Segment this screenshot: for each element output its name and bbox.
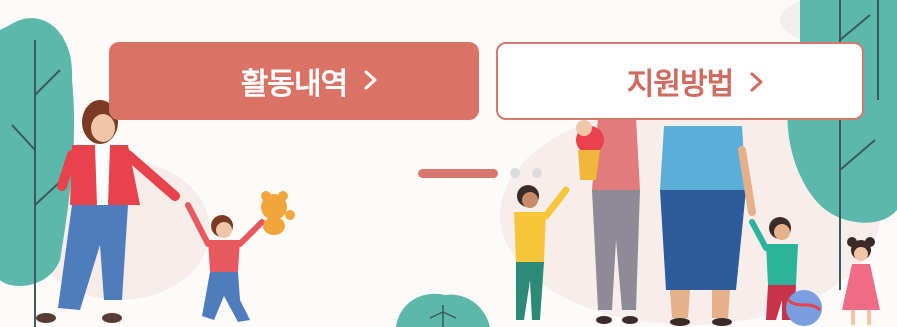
- chevron-right-icon: [750, 72, 763, 92]
- pagination-dot-active[interactable]: [418, 168, 498, 178]
- pagination-dot[interactable]: [510, 168, 520, 178]
- slider-pagination: [418, 167, 542, 179]
- pagination-dot[interactable]: [532, 168, 542, 178]
- bush-illustration: [396, 293, 490, 327]
- activity-history-label: 활동내역: [240, 67, 348, 102]
- support-method-button[interactable]: 지원방법: [496, 42, 864, 120]
- support-method-label: 지원방법: [626, 67, 734, 102]
- activity-history-button[interactable]: 활동내역: [109, 42, 479, 120]
- chevron-right-icon: [364, 70, 377, 90]
